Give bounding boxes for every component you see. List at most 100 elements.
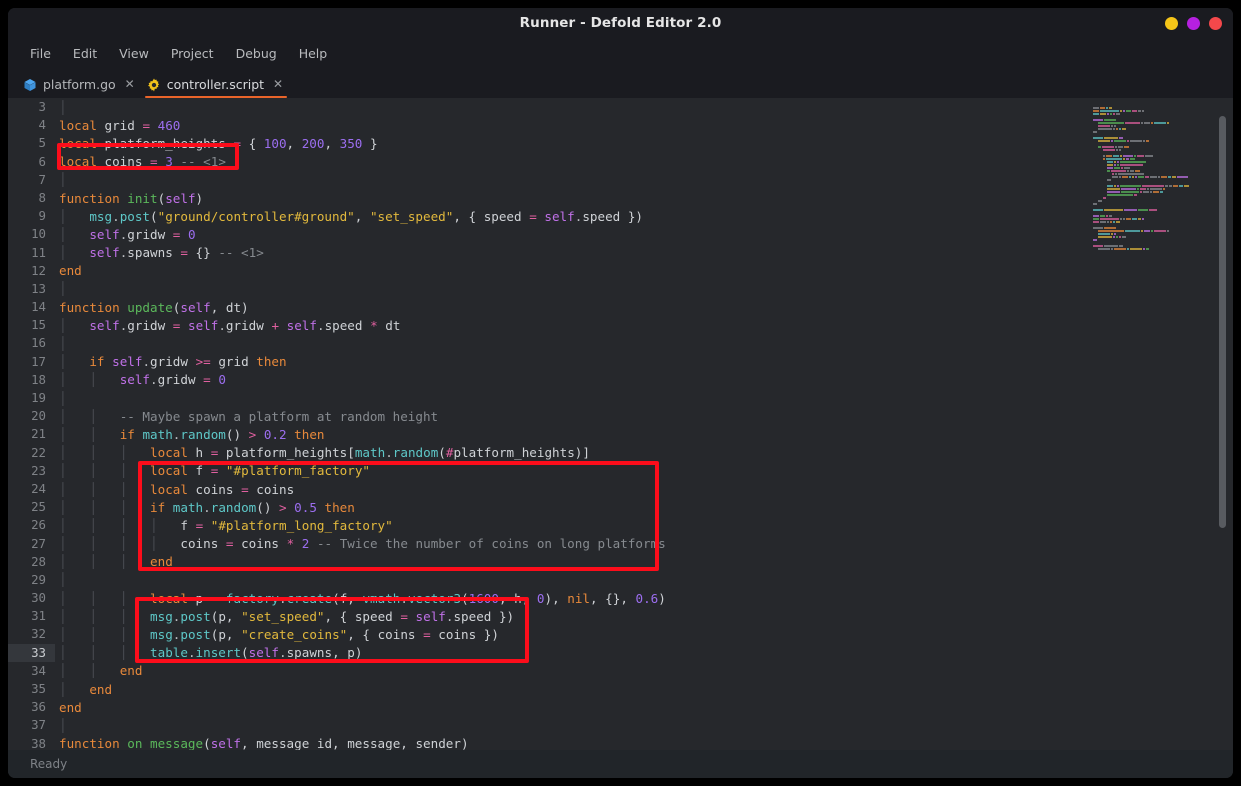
code-line[interactable]: 24│ │ │ local coins = coins [8, 480, 1233, 498]
code-line[interactable]: 36end [8, 698, 1233, 716]
code-text[interactable]: end [55, 700, 1233, 715]
code-text[interactable]: │ │ │ end [55, 554, 1233, 569]
minimap-line [1093, 236, 1201, 238]
line-number: 31 [8, 607, 55, 625]
code-line[interactable]: 4local grid = 460 [8, 116, 1233, 134]
code-text[interactable]: │ if self.gridw >= grid then [55, 354, 1233, 369]
code-text[interactable]: │ │ │ if math.random() > 0.5 then [55, 500, 1233, 515]
code-text[interactable]: │ [55, 718, 1233, 733]
code-line[interactable]: 26│ │ │ │ f = "#platform_long_factory" [8, 516, 1233, 534]
minimap-line [1093, 212, 1201, 214]
code-lines-container[interactable]: 3│4local grid = 4605local platform_heigh… [8, 98, 1233, 750]
code-line[interactable]: 22│ │ │ local h = platform_heights[math.… [8, 444, 1233, 462]
tab-controller-script[interactable]: controller.script ✕ [142, 70, 290, 98]
code-line[interactable]: 14function update(self, dt) [8, 298, 1233, 316]
code-text[interactable]: local grid = 460 [55, 118, 1233, 133]
code-minimap[interactable] [1093, 104, 1201, 212]
code-line[interactable]: 3│ [8, 98, 1233, 116]
code-line[interactable]: 33│ │ │ table.insert(self.spawns, p) [8, 644, 1233, 662]
code-line[interactable]: 38function on_message(self, message_id, … [8, 735, 1233, 750]
code-text[interactable]: function on_message(self, message_id, me… [55, 736, 1233, 750]
code-text[interactable]: │ self.spawns = {} -- <1> [55, 245, 1233, 260]
code-text[interactable]: │ end [55, 682, 1233, 697]
code-line[interactable]: 21│ │ if math.random() > 0.2 then [8, 425, 1233, 443]
code-text[interactable]: │ │ │ msg.post(p, "set_speed", { speed =… [55, 609, 1233, 624]
code-line[interactable]: 17│ if self.gridw >= grid then [8, 353, 1233, 371]
code-text[interactable]: │ self.gridw = self.gridw + self.speed *… [55, 318, 1233, 333]
menu-item-view[interactable]: View [119, 43, 160, 64]
code-line[interactable]: 35│ end [8, 680, 1233, 698]
close-button[interactable] [1209, 17, 1222, 30]
code-text[interactable]: function init(self) [55, 191, 1233, 206]
code-text[interactable]: │ │ │ │ coins = coins * 2 -- Twice the n… [55, 536, 1233, 551]
code-text[interactable]: │ [55, 100, 1233, 115]
code-text[interactable]: │ │ -- Maybe spawn a platform at random … [55, 409, 1233, 424]
code-line[interactable]: 25│ │ │ if math.random() > 0.5 then [8, 498, 1233, 516]
code-text[interactable]: │ [55, 336, 1233, 351]
tab-close-icon-controller-script[interactable]: ✕ [273, 77, 283, 91]
code-line[interactable]: 37│ [8, 716, 1233, 734]
code-line[interactable]: 11│ self.spawns = {} -- <1> [8, 244, 1233, 262]
code-text[interactable]: │ self.gridw = 0 [55, 227, 1233, 242]
minimap-line [1093, 179, 1201, 181]
minimap-line [1093, 116, 1201, 118]
code-line[interactable]: 12end [8, 262, 1233, 280]
code-text[interactable]: │ │ │ table.insert(self.spawns, p) [55, 645, 1233, 660]
menu-item-debug[interactable]: Debug [236, 43, 288, 64]
code-text[interactable]: │ │ │ local p = factory.create(f, vmath.… [55, 591, 1233, 606]
code-text[interactable]: │ │ │ local coins = coins [55, 482, 1233, 497]
minimap-line [1093, 110, 1201, 112]
minimap-line [1093, 191, 1201, 193]
code-text[interactable]: │ │ end [55, 663, 1233, 678]
code-line[interactable]: 6local coins = 3 -- <1> [8, 153, 1233, 171]
status-bar: Ready [8, 750, 1233, 778]
code-line[interactable]: 28│ │ │ end [8, 553, 1233, 571]
line-number: 15 [8, 316, 55, 334]
code-text[interactable]: local coins = 3 -- <1> [55, 154, 1233, 169]
maximize-button[interactable] [1187, 17, 1200, 30]
code-line[interactable]: 18│ │ self.gridw = 0 [8, 371, 1233, 389]
code-line[interactable]: 32│ │ │ msg.post(p, "create_coins", { co… [8, 625, 1233, 643]
code-text[interactable]: │ [55, 391, 1233, 406]
code-text[interactable]: │ │ │ local h = platform_heights[math.ra… [55, 445, 1233, 460]
code-text[interactable]: function update(self, dt) [55, 300, 1233, 315]
tab-platform-go[interactable]: platform.go ✕ [18, 70, 142, 98]
code-text[interactable]: │ [55, 281, 1233, 296]
code-text[interactable]: │ │ self.gridw = 0 [55, 372, 1233, 387]
code-text[interactable]: │ │ │ msg.post(p, "create_coins", { coin… [55, 627, 1233, 642]
menu-item-edit[interactable]: Edit [73, 43, 108, 64]
code-line[interactable]: 9│ msg.post("ground/controller#ground", … [8, 207, 1233, 225]
code-line[interactable]: 20│ │ -- Maybe spawn a platform at rando… [8, 407, 1233, 425]
code-line[interactable]: 19│ [8, 389, 1233, 407]
code-line[interactable]: 16│ [8, 334, 1233, 352]
code-text[interactable]: │ │ │ local f = "#platform_factory" [55, 463, 1233, 478]
minimize-button[interactable] [1165, 17, 1178, 30]
code-line[interactable]: 34│ │ end [8, 662, 1233, 680]
code-text[interactable]: │ │ if math.random() > 0.2 then [55, 427, 1233, 442]
code-text[interactable]: │ [55, 172, 1233, 187]
menu-item-file[interactable]: File [30, 43, 62, 64]
code-line[interactable]: 10│ self.gridw = 0 [8, 225, 1233, 243]
code-line[interactable]: 15│ self.gridw = self.gridw + self.speed… [8, 316, 1233, 334]
tab-close-icon-platform-go[interactable]: ✕ [125, 77, 135, 91]
menu-item-help[interactable]: Help [299, 43, 339, 64]
line-number: 24 [8, 480, 55, 498]
code-text[interactable]: │ [55, 572, 1233, 587]
code-line[interactable]: 29│ [8, 571, 1233, 589]
line-number: 35 [8, 680, 55, 698]
code-line[interactable]: 8function init(self) [8, 189, 1233, 207]
code-line[interactable]: 27│ │ │ │ coins = coins * 2 -- Twice the… [8, 535, 1233, 553]
menu-item-project[interactable]: Project [171, 43, 225, 64]
code-text[interactable]: │ msg.post("ground/controller#ground", "… [55, 209, 1233, 224]
vertical-scrollbar[interactable] [1219, 116, 1226, 528]
code-line[interactable]: 30│ │ │ local p = factory.create(f, vmat… [8, 589, 1233, 607]
code-line[interactable]: 23│ │ │ local f = "#platform_factory" [8, 462, 1233, 480]
code-text[interactable]: │ │ │ │ f = "#platform_long_factory" [55, 518, 1233, 533]
code-text[interactable]: local platform_heights = { 100, 200, 350… [55, 136, 1233, 151]
code-line[interactable]: 31│ │ │ msg.post(p, "set_speed", { speed… [8, 607, 1233, 625]
code-line[interactable]: 13│ [8, 280, 1233, 298]
code-text[interactable]: end [55, 263, 1233, 278]
code-line[interactable]: 5local platform_heights = { 100, 200, 35… [8, 134, 1233, 152]
code-editor[interactable]: 3│4local grid = 4605local platform_heigh… [8, 98, 1233, 750]
code-line[interactable]: 7│ [8, 171, 1233, 189]
